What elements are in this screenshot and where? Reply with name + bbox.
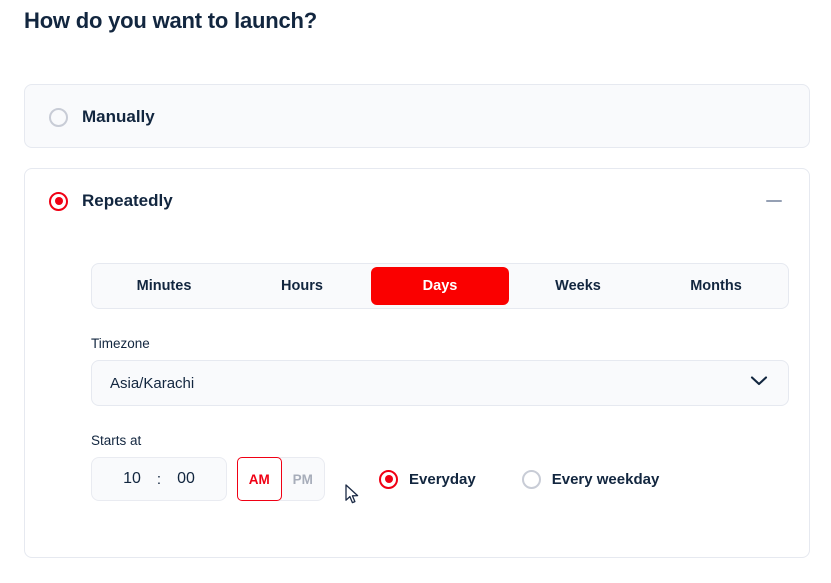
option-card-repeatedly[interactable]: Repeatedly Minutes Hours Days Weeks Mont… <box>24 168 810 558</box>
meridiem-toggle: AM PM <box>237 457 325 501</box>
radio-unchecked-icon[interactable] <box>49 107 68 127</box>
option-manually-header[interactable]: Manually <box>25 85 809 149</box>
frequency-every-weekday-label: Every weekday <box>551 470 660 488</box>
option-card-manually[interactable]: Manually <box>24 84 810 148</box>
frequency-radio-group: Everyday Every weekday <box>379 469 660 489</box>
minute-input[interactable]: 00 <box>177 470 195 488</box>
option-manually-label: Manually <box>82 107 155 126</box>
page-title: How do you want to launch? <box>24 8 318 33</box>
option-repeatedly-label: Repeatedly <box>82 191 173 210</box>
minus-bar <box>766 200 782 202</box>
radio-checked-icon[interactable] <box>49 191 68 211</box>
time-separator: : <box>156 470 162 488</box>
starts-at-group: Starts at 10 : 00 AM PM Everyday Every w… <box>91 433 789 501</box>
starts-at-label: Starts at <box>91 433 142 448</box>
timezone-group: Timezone Asia/Karachi <box>91 336 789 406</box>
timezone-selected-value: Asia/Karachi <box>110 374 195 392</box>
tab-hours[interactable]: Hours <box>233 267 371 305</box>
radio-checked-icon[interactable] <box>379 469 398 489</box>
chevron-down-icon[interactable] <box>750 374 768 392</box>
minus-icon[interactable] <box>765 192 783 210</box>
option-repeatedly-header[interactable]: Repeatedly <box>25 169 809 233</box>
tab-minutes[interactable]: Minutes <box>95 267 233 305</box>
tab-weeks[interactable]: Weeks <box>509 267 647 305</box>
timezone-label: Timezone <box>91 336 150 351</box>
repeatedly-body: Minutes Hours Days Weeks Months Timezone… <box>91 263 789 501</box>
starts-at-row: 10 : 00 AM PM Everyday Every weekday <box>91 457 789 501</box>
frequency-option-every-weekday[interactable]: Every weekday <box>521 469 660 489</box>
meridiem-pm-button[interactable]: PM <box>282 458 325 500</box>
time-input[interactable]: 10 : 00 <box>91 457 227 501</box>
tab-days[interactable]: Days <box>371 267 509 305</box>
frequency-everyday-label: Everyday <box>409 470 476 488</box>
frequency-option-everyday[interactable]: Everyday <box>379 469 476 489</box>
radio-unchecked-icon[interactable] <box>521 469 541 489</box>
interval-tab-bar: Minutes Hours Days Weeks Months <box>91 263 789 309</box>
meridiem-am-button[interactable]: AM <box>237 457 282 501</box>
hour-input[interactable]: 10 <box>123 470 141 488</box>
tab-months[interactable]: Months <box>647 267 785 305</box>
timezone-select[interactable]: Asia/Karachi <box>91 360 789 406</box>
